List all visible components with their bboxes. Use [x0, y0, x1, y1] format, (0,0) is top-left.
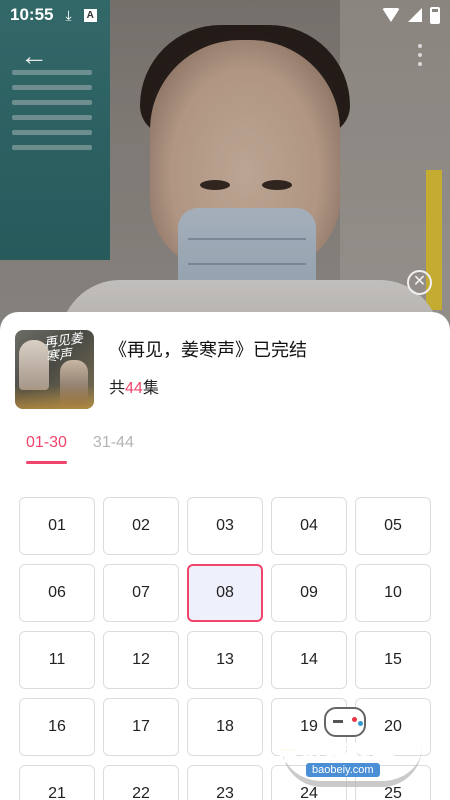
episode-button[interactable]: 04: [271, 497, 347, 555]
episode-button[interactable]: 09: [271, 564, 347, 622]
episode-button[interactable]: 22: [103, 765, 179, 800]
drama-info: 再见姜寒声 《再见，姜寒声》已完结 共44集: [15, 330, 307, 409]
episode-button[interactable]: 08: [187, 564, 263, 622]
episode-button[interactable]: 12: [103, 631, 179, 689]
signal-icon: [408, 8, 422, 22]
episode-button[interactable]: 01: [19, 497, 95, 555]
status-time: 10:55: [10, 5, 54, 24]
episode-button[interactable]: 14: [271, 631, 347, 689]
episode-button[interactable]: 03: [187, 497, 263, 555]
episode-button[interactable]: 15: [355, 631, 431, 689]
watermark-url: baobeiy.com: [306, 763, 380, 777]
episode-count: 共44集: [109, 380, 159, 397]
episode-button[interactable]: 23: [187, 765, 263, 800]
episode-button[interactable]: 21: [19, 765, 95, 800]
episode-range-tabs: 01-30 31-44: [26, 434, 134, 464]
episode-button[interactable]: 17: [103, 698, 179, 756]
episode-button[interactable]: 02: [103, 497, 179, 555]
episode-button[interactable]: 11: [19, 631, 95, 689]
watermark-text: 宝贝游戏网: [276, 739, 396, 766]
tab-range-31-44[interactable]: 31-44: [93, 434, 134, 464]
episode-button[interactable]: 13: [187, 631, 263, 689]
episode-button[interactable]: 07: [103, 564, 179, 622]
drama-poster: 再见姜寒声: [15, 330, 94, 409]
tab-range-01-30[interactable]: 01-30: [26, 434, 67, 464]
a-app-icon: A: [83, 8, 97, 22]
video-player[interactable]: [0, 0, 450, 330]
drama-title: 《再见，姜寒声》已完结: [109, 340, 307, 360]
close-circle-icon[interactable]: ✕: [407, 270, 432, 295]
battery-icon: [430, 6, 440, 24]
episode-button[interactable]: 06: [19, 564, 95, 622]
poster-title: 再见姜寒声: [43, 331, 84, 366]
episode-button[interactable]: 16: [19, 698, 95, 756]
back-arrow-icon[interactable]: ←: [20, 42, 50, 72]
status-bar: 10:55 ⤓ A: [0, 0, 450, 30]
episode-button[interactable]: 05: [355, 497, 431, 555]
more-vertical-icon[interactable]: [418, 44, 422, 66]
episode-count-number: 44: [125, 380, 143, 397]
episode-button[interactable]: 18: [187, 698, 263, 756]
wifi-icon: [382, 8, 400, 22]
watermark-logo: 宝贝游戏网 baobeiy.com: [276, 705, 426, 787]
episode-button[interactable]: 10: [355, 564, 431, 622]
download-icon: ⤓: [65, 6, 72, 23]
